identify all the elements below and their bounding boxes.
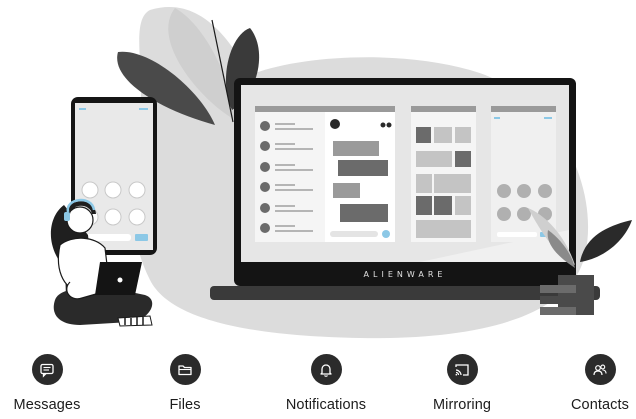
hero-illustration: ALIENWARE xyxy=(50,7,632,339)
message-icon xyxy=(31,354,63,385)
feature-notifications[interactable]: Notifications xyxy=(271,354,381,413)
feature-files[interactable]: Files xyxy=(130,354,240,413)
feature-label: Files xyxy=(169,397,201,413)
cast-icon xyxy=(446,354,478,385)
laptop-brand: ALIENWARE xyxy=(364,270,447,279)
contacts-icon xyxy=(584,354,616,385)
feature-contacts[interactable]: Contacts xyxy=(545,354,636,413)
feature-messages[interactable]: Messages xyxy=(0,354,102,413)
feature-label: Notifications xyxy=(285,397,367,413)
feature-label: Contacts xyxy=(570,397,630,413)
folder-icon xyxy=(169,354,201,385)
feature-label: Messages xyxy=(13,397,81,413)
feature-mirroring[interactable]: Mirroring xyxy=(407,354,517,413)
laptop: ALIENWARE xyxy=(210,78,600,300)
bell-icon xyxy=(310,354,342,385)
feature-label: Mirroring xyxy=(432,397,492,413)
